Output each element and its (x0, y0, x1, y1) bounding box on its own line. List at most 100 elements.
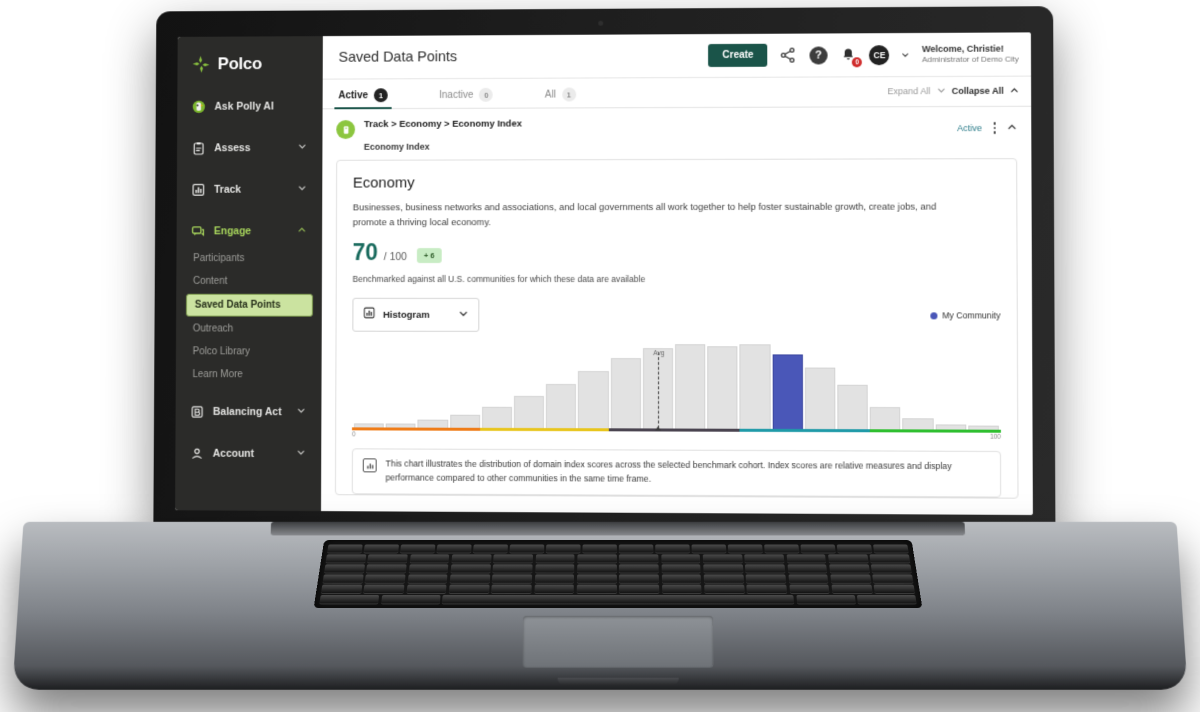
keyboard-row (320, 584, 915, 594)
histogram-bar (417, 419, 448, 428)
sidebar-item-account[interactable]: Account (175, 437, 321, 470)
keyboard-row (322, 574, 914, 583)
keyboard-key (546, 544, 581, 553)
sidebar-item-engage[interactable]: Engage (177, 214, 323, 247)
tab-count: 0 (479, 87, 494, 102)
avatar-chevron-down-icon[interactable] (901, 45, 911, 64)
axis-tick-max: 100 (989, 433, 1001, 442)
keyboard-key (619, 584, 660, 594)
sidebar-item-label: Assess (214, 141, 251, 154)
histogram-bar (610, 358, 641, 429)
keyboard-key (869, 554, 911, 563)
keyboard-key (493, 554, 534, 563)
breadcrumb[interactable]: Track > Economy > Economy Index (364, 117, 948, 130)
sidebar-item-assess[interactable]: Assess (177, 131, 323, 164)
sidebar-subitem-saved-data-points[interactable]: Saved Data Points (185, 293, 313, 317)
keyboard-key (702, 554, 743, 563)
sidebar-subitem-content[interactable]: Content (176, 270, 322, 293)
laptop-base (12, 521, 1188, 690)
collapse-chevron-up-icon[interactable] (1010, 82, 1019, 100)
record-collapse-chevron-up-icon[interactable] (1007, 119, 1017, 137)
keyboard-row-space (319, 594, 917, 604)
keyboard-key (409, 554, 450, 563)
parrot-icon (191, 99, 206, 114)
domain-card: Economy Businesses, business networks an… (334, 158, 1019, 499)
keyboard-key (795, 594, 856, 604)
tab-active[interactable]: Active 1 (338, 88, 388, 108)
keyboard-key (407, 574, 448, 583)
keyboard-key (800, 544, 836, 553)
chevron-down-icon (297, 448, 306, 460)
chart-legend: My Community (930, 310, 1001, 321)
chart-type-select[interactable]: Histogram (352, 297, 480, 333)
card-title: Economy (352, 174, 415, 192)
sidebar-item-label: Balancing Act (212, 405, 282, 418)
tab-all[interactable]: All 1 (545, 87, 576, 108)
keyboard-key (619, 564, 659, 573)
sidebar-item-balancing-act[interactable]: Balancing Act (176, 395, 322, 428)
keyboard-key (703, 564, 744, 573)
tab-inactive[interactable]: Inactive 0 (439, 87, 494, 108)
histogram-bars (352, 344, 1001, 430)
keyboard-key (327, 544, 363, 553)
keyboard-key (787, 564, 828, 573)
breadcrumb-block: Track > Economy > Economy Index Economy … (364, 117, 948, 152)
create-button[interactable]: Create (708, 43, 768, 68)
score-value: 70 (352, 239, 378, 266)
info-chart-icon (362, 458, 377, 473)
record-header: Track > Economy > Economy Index Economy … (336, 117, 1017, 152)
keyboard-key (380, 594, 441, 604)
expand-chevron-down-icon[interactable] (937, 82, 946, 100)
legend-label: My Community (942, 310, 1001, 321)
sidebar-item-label: Track (214, 183, 242, 196)
keyboard-key (534, 584, 575, 594)
avatar[interactable]: CE (869, 44, 890, 65)
webcam-icon (598, 20, 604, 26)
bell-icon[interactable]: 0 (839, 45, 863, 68)
axis-color-segment (739, 428, 870, 433)
score-denominator: / 100 (383, 251, 407, 264)
help-icon[interactable]: ? (809, 45, 828, 65)
sidebar-item-track[interactable]: Track (177, 173, 323, 206)
collapse-all-button[interactable]: Collapse All (952, 86, 1004, 96)
histogram-bar (675, 344, 706, 429)
keyboard-key (449, 574, 491, 583)
lid-latch-notch (557, 677, 679, 685)
share-icon[interactable] (779, 46, 798, 65)
keyboard-key (577, 554, 617, 563)
histogram-bar (837, 384, 869, 430)
document-icon (336, 120, 356, 139)
keyboard-key (436, 544, 472, 553)
expand-all-button[interactable]: Expand All (887, 86, 930, 96)
footer-note-text: This chart illustrates the distribution … (385, 458, 952, 484)
tab-label: Inactive (439, 89, 474, 101)
sidebar-item-ask-polly-ai[interactable]: Ask Polly AI (177, 90, 322, 123)
sidebar-item-label: Engage (213, 224, 252, 237)
histogram-chart: Avg 0 100 (352, 344, 1001, 441)
axis-tick-min: 0 (351, 431, 356, 439)
histogram-bar (804, 367, 836, 430)
more-options-icon[interactable] (991, 120, 998, 136)
keyboard-key (320, 584, 363, 594)
keyboard-key (691, 544, 727, 553)
keyboard-key (534, 574, 575, 583)
status-badge[interactable]: Active (957, 123, 982, 133)
keyboard-key (450, 564, 491, 573)
keyboard-key (704, 584, 745, 594)
benchmark-note: Benchmarked against all U.S. communities… (352, 274, 646, 285)
keyboard-key (827, 554, 869, 563)
trackpad (522, 615, 714, 668)
keyboard-key (745, 574, 787, 583)
average-label: Avg (653, 350, 665, 358)
keyboard-key (871, 564, 912, 573)
sidebar-subitem-learn-more[interactable]: Learn More (176, 363, 322, 386)
sidebar-subitem-outreach[interactable]: Outreach (176, 318, 322, 341)
brand-logo[interactable]: Polco (177, 36, 322, 90)
sidebar-subitem-polco-library[interactable]: Polco Library (176, 340, 322, 363)
keyboard-key (322, 574, 364, 583)
main-area: Saved Data Points Create ? 0 CE Welcome,… (321, 32, 1033, 516)
sidebar-subitem-participants[interactable]: Participants (176, 247, 322, 270)
chevron-down-icon (297, 406, 306, 418)
